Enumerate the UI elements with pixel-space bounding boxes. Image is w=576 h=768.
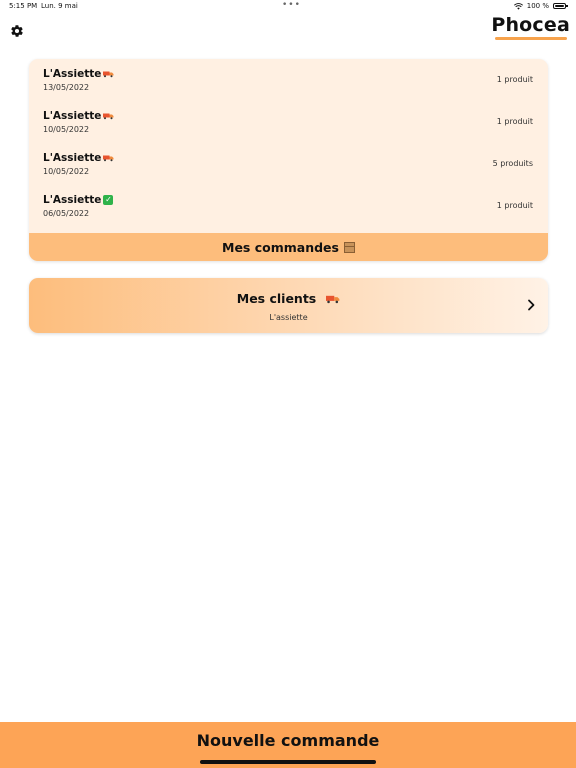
order-name: L'Assiette [43, 68, 114, 80]
order-client-name: L'Assiette [43, 110, 102, 122]
order-client-name: L'Assiette [43, 194, 102, 206]
order-name: L'Assiette ✓ [43, 194, 114, 206]
order-date: 13/05/2022 [43, 83, 90, 92]
check-mark-icon: ✓ [103, 195, 114, 205]
battery-percent: 100 % [526, 2, 549, 10]
order-row[interactable]: L'Assiette 10/05/2022 5 produits [29, 143, 548, 185]
brand-title: Phocea [491, 14, 570, 36]
settings-button[interactable] [8, 22, 25, 39]
order-name: L'Assiette [43, 152, 114, 164]
status-date: Lun. 9 mai [41, 2, 78, 10]
order-client-name: L'Assiette [43, 152, 102, 164]
my-clients-subtitle: L'assiette [269, 313, 308, 322]
delivery-truck-icon [103, 155, 114, 162]
my-clients-label: Mes clients [236, 291, 317, 306]
my-orders-button[interactable]: Mes commandes [29, 233, 548, 261]
order-product-count: 1 produit [496, 75, 533, 84]
chevron-right-icon [528, 299, 535, 311]
order-name: L'Assiette [43, 110, 114, 122]
delivery-truck-icon [103, 113, 114, 120]
order-row[interactable]: L'Assiette 10/05/2022 1 produit [29, 101, 548, 143]
gear-icon [10, 24, 23, 37]
order-row[interactable]: L'Assiette ✓ 06/05/2022 1 produit [29, 185, 548, 227]
order-product-count: 5 produits [492, 159, 533, 168]
orders-card: L'Assiette 13/05/2022 1 produit L'Assiet… [29, 59, 548, 261]
order-client-name: L'Assiette [43, 68, 102, 80]
wifi-icon [513, 2, 523, 10]
my-orders-label: Mes commandes [222, 239, 339, 255]
brand-underline [494, 37, 567, 40]
order-product-count: 1 produit [496, 201, 533, 210]
battery-icon [553, 3, 568, 9]
brand-logo: Phocea [491, 14, 570, 40]
multitasking-dots[interactable]: ••• [282, 0, 301, 10]
status-bar: 5:15 PM Lun. 9 mai ••• 100 % [0, 0, 576, 14]
order-date: 10/05/2022 [43, 125, 90, 134]
status-time: 5:15 PM [9, 2, 38, 10]
delivery-truck-icon [326, 295, 340, 303]
order-product-count: 1 produit [496, 117, 533, 126]
home-indicator[interactable] [200, 760, 376, 764]
status-right: 100 % [513, 2, 568, 10]
order-date: 06/05/2022 [43, 209, 90, 218]
my-clients-title: Mes clients [29, 291, 548, 306]
package-icon [343, 241, 355, 253]
my-clients-card[interactable]: Mes clients L'assiette [29, 278, 548, 333]
order-date: 10/05/2022 [43, 167, 90, 176]
delivery-truck-icon [103, 71, 114, 78]
order-row[interactable]: L'Assiette 13/05/2022 1 produit [29, 59, 548, 101]
